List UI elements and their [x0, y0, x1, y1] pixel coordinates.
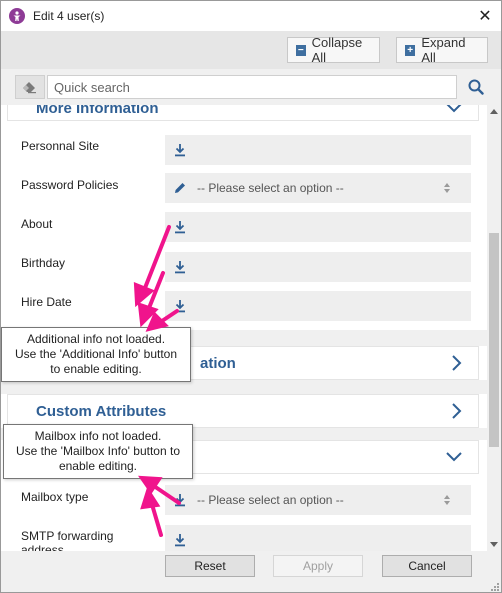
label-birthday: Birthday: [21, 256, 66, 270]
scroll-up-icon[interactable]: [490, 109, 498, 114]
hire-date-field[interactable]: [165, 291, 471, 321]
eraser-icon: [23, 82, 36, 94]
additional-info-tooltip: Additional info not loaded. Use the 'Add…: [1, 327, 191, 382]
section-more-information[interactable]: More Information: [7, 105, 479, 121]
sort-icon: [444, 495, 450, 505]
mailbox-info-tooltip: Mailbox info not loaded. Use the 'Mailbo…: [3, 424, 193, 479]
search-button[interactable]: [463, 75, 489, 99]
scroll-down-icon[interactable]: [490, 542, 498, 547]
collapse-all-label: Collapse All: [311, 35, 363, 65]
chevron-down-icon: [446, 452, 462, 462]
section-title: Custom Attributes: [36, 402, 167, 420]
clear-search-button[interactable]: [15, 75, 45, 99]
search-bar: [1, 69, 501, 105]
label-about: About: [21, 217, 53, 231]
smtp-forwarding-field[interactable]: [165, 525, 471, 551]
section-custom-attributes[interactable]: Custom Attributes: [7, 394, 479, 428]
password-policies-select[interactable]: -- Please select an option --: [165, 173, 471, 203]
section-title: More Information: [36, 105, 159, 117]
download-icon: [175, 221, 185, 234]
app-logo-icon: [9, 8, 25, 24]
download-icon: [175, 300, 185, 313]
mailbox-type-select[interactable]: -- Please select an option --: [165, 485, 471, 515]
edit-users-dialog: Edit 4 user(s) ✕ − Collapse All + Expand…: [0, 0, 502, 593]
apply-button[interactable]: Apply: [273, 555, 363, 577]
cancel-button[interactable]: Cancel: [382, 555, 472, 577]
birthday-field[interactable]: [165, 252, 471, 282]
collapse-icon: −: [296, 44, 306, 56]
label-password-policies: Password Policies: [21, 178, 119, 192]
expand-all-button[interactable]: + Expand All: [396, 35, 488, 65]
pencil-icon: [175, 183, 185, 193]
sort-icon: [444, 183, 450, 193]
download-icon: [175, 494, 185, 507]
label-hire-date: Hire Date: [21, 295, 72, 309]
collapse-all-button[interactable]: − Collapse All: [287, 35, 380, 65]
reset-button[interactable]: Reset: [165, 555, 255, 577]
section-title-partial: ation: [200, 354, 236, 372]
download-icon: [175, 534, 185, 547]
tooltip-line: Mailbox info not loaded.: [34, 429, 162, 443]
search-icon: [468, 79, 484, 95]
resize-grip-icon[interactable]: [489, 581, 499, 591]
download-icon: [175, 261, 185, 274]
tooltip-line: Additional info not loaded.: [26, 332, 166, 346]
title-bar: Edit 4 user(s) ✕: [1, 1, 501, 31]
tooltip-line: enable editing.: [58, 459, 138, 473]
tooltip-line: Use the 'Additional Info' button: [14, 347, 178, 361]
tooltip-line: to enable editing.: [50, 362, 142, 376]
expand-all-label: Expand All: [421, 35, 466, 65]
vertical-scrollbar[interactable]: [487, 105, 501, 551]
label-mailbox-type: Mailbox type: [21, 490, 89, 504]
chevron-right-icon: [452, 355, 462, 371]
about-field[interactable]: [165, 212, 471, 242]
dialog-footer: Reset Apply Cancel: [1, 551, 501, 592]
password-policies-value: -- Please select an option --: [197, 181, 344, 195]
window-title: Edit 4 user(s): [33, 9, 105, 23]
close-icon[interactable]: ✕: [469, 1, 501, 31]
label-smtp-forwarding: SMTP forwarding address: [21, 529, 114, 551]
section-divider: [1, 380, 487, 394]
scroll-thumb[interactable]: [489, 233, 499, 447]
chevron-right-icon: [452, 403, 462, 419]
personnal-site-field[interactable]: [165, 135, 471, 165]
expand-icon: +: [405, 44, 416, 56]
label-personnal-site: Personnal Site: [21, 139, 100, 153]
toolbar: − Collapse All + Expand All: [1, 31, 501, 69]
quick-search-input[interactable]: [47, 75, 457, 99]
chevron-down-icon: [446, 105, 462, 113]
tooltip-line: Use the 'Mailbox Info' button to: [15, 444, 180, 458]
download-icon: [175, 144, 185, 157]
mailbox-type-value: -- Please select an option --: [197, 493, 344, 507]
